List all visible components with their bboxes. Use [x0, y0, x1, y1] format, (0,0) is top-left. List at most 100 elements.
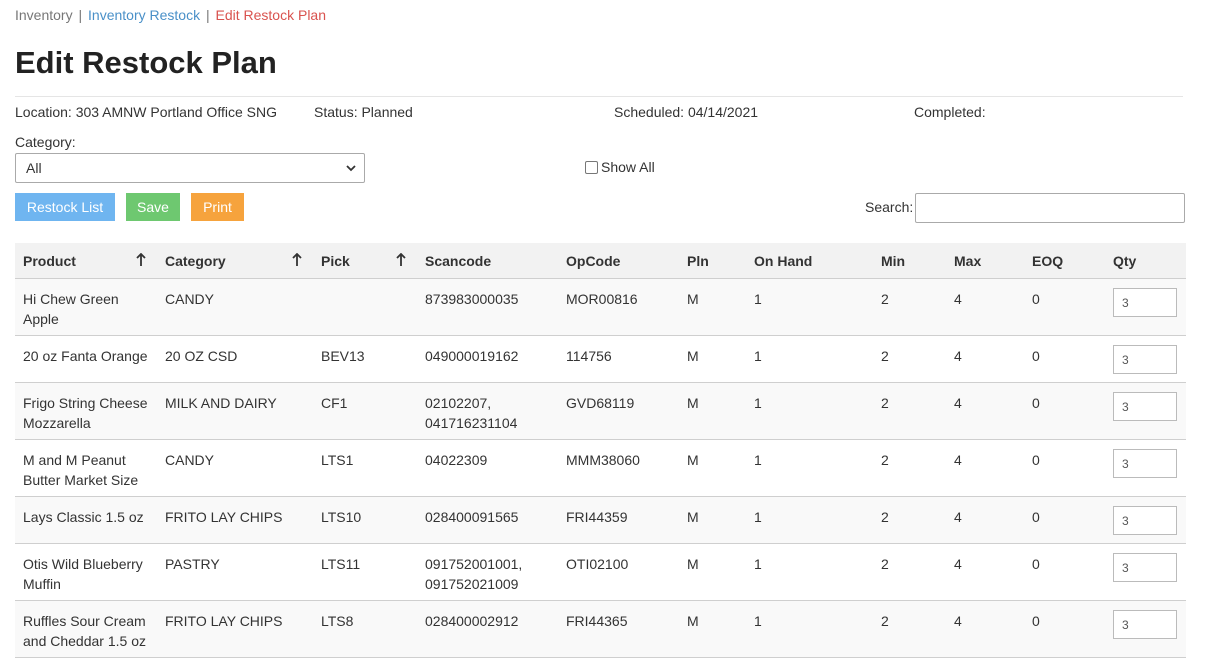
show-all-checkbox[interactable]	[585, 160, 598, 174]
pick-cell: LTS11	[321, 556, 361, 572]
opcode-cell: MMM38060	[566, 452, 640, 468]
scancode-cell: 02102207, 041716231104	[425, 395, 518, 431]
on-hand-cell: 1	[754, 509, 762, 525]
qty-input[interactable]: 3	[1113, 345, 1177, 374]
eoq-cell: 0	[1032, 556, 1040, 572]
column-header-product[interactable]: Product	[23, 253, 76, 269]
product-cell: Ruffles Sour Cream and Cheddar 1.5 oz	[23, 613, 146, 649]
scancode-cell: 049000019162	[425, 348, 519, 364]
on-hand-cell: 1	[754, 613, 762, 629]
max-cell: 4	[954, 348, 962, 364]
save-button[interactable]: Save	[126, 193, 180, 221]
max-cell: 4	[954, 509, 962, 525]
restock-list-button[interactable]: Restock List	[15, 193, 115, 221]
eoq-cell: 0	[1032, 509, 1040, 525]
min-cell: 2	[881, 556, 889, 572]
qty-input[interactable]: 3	[1113, 288, 1177, 317]
category-select[interactable]: All	[15, 153, 365, 183]
category-cell: CANDY	[165, 291, 215, 307]
pln-cell: M	[687, 509, 699, 525]
qty-input[interactable]: 3	[1113, 392, 1177, 421]
title-divider	[15, 96, 1183, 97]
column-header-opcode[interactable]: OpCode	[566, 253, 620, 269]
pln-cell: M	[687, 348, 699, 364]
qty-input[interactable]: 3	[1113, 610, 1177, 639]
qty-input[interactable]: 3	[1113, 553, 1177, 582]
opcode-cell: 114756	[566, 348, 612, 364]
status-info: Status: Planned	[314, 104, 413, 120]
pln-cell: M	[687, 556, 699, 572]
max-cell: 4	[954, 556, 962, 572]
arrow-up-icon[interactable]	[136, 253, 146, 267]
pln-cell: M	[687, 395, 699, 411]
pln-cell: M	[687, 452, 699, 468]
column-header-eoq[interactable]: EOQ	[1032, 253, 1063, 269]
table-row: 20 oz Fanta Orange 20 OZ CSD BEV13 04900…	[15, 336, 1186, 383]
table-row: Ruffles Sour Cream and Cheddar 1.5 oz FR…	[15, 601, 1186, 658]
scheduled-info: Scheduled: 04/14/2021	[614, 104, 759, 120]
min-cell: 2	[881, 613, 889, 629]
breadcrumb-separator: |	[78, 7, 83, 23]
pick-cell: LTS10	[321, 509, 362, 525]
min-cell: 2	[881, 348, 889, 364]
min-cell: 2	[881, 395, 889, 411]
search-input[interactable]	[915, 193, 1185, 223]
category-select-value: All	[26, 160, 42, 176]
pick-cell: CF1	[321, 395, 348, 411]
column-header-pln[interactable]: Pln	[687, 253, 709, 269]
qty-input[interactable]: 3	[1113, 506, 1177, 535]
pick-cell: LTS8	[321, 613, 354, 629]
product-cell: Otis Wild Blueberry Muffin	[23, 556, 143, 592]
category-cell: 20 OZ CSD	[165, 348, 238, 364]
scancode-cell: 04022309	[425, 452, 488, 468]
pln-cell: M	[687, 291, 699, 307]
opcode-cell: MOR00816	[566, 291, 638, 307]
table-row: Otis Wild Blueberry Muffin PASTRY LTS11 …	[15, 544, 1186, 601]
show-all-label: Show All	[601, 159, 655, 175]
column-header-category[interactable]: Category	[165, 253, 226, 269]
max-cell: 4	[954, 291, 962, 307]
column-header-pick[interactable]: Pick	[321, 253, 350, 269]
scancode-cell: 873983000035	[425, 291, 519, 307]
min-cell: 2	[881, 509, 889, 525]
column-header-qty[interactable]: Qty	[1113, 253, 1136, 269]
table-row: M and M Peanut Butter Market Size CANDY …	[15, 440, 1186, 497]
arrow-up-icon[interactable]	[292, 253, 302, 267]
breadcrumb-root[interactable]: Inventory	[15, 7, 73, 23]
product-cell: Hi Chew Green Apple	[23, 291, 119, 327]
table-header: Product Category Pick Scancode OpCode Pl…	[15, 243, 1186, 279]
column-header-max[interactable]: Max	[954, 253, 981, 269]
opcode-cell: GVD68119	[566, 395, 635, 411]
chevron-down-icon	[346, 165, 356, 172]
breadcrumb-link-inventory-restock[interactable]: Inventory Restock	[88, 7, 200, 23]
category-label: Category:	[15, 134, 76, 150]
show-all-toggle[interactable]: Show All	[585, 159, 655, 175]
qty-input[interactable]: 3	[1113, 449, 1177, 478]
on-hand-cell: 1	[754, 291, 762, 307]
page: Inventory | Inventory Restock | Edit Res…	[0, 0, 1209, 667]
opcode-cell: FRI44359	[566, 509, 628, 525]
restock-table: Product Category Pick Scancode OpCode Pl…	[15, 243, 1186, 658]
column-header-min[interactable]: Min	[881, 253, 905, 269]
column-header-scancode[interactable]: Scancode	[425, 253, 491, 269]
eoq-cell: 0	[1032, 348, 1040, 364]
product-cell: Lays Classic 1.5 oz	[23, 509, 144, 525]
product-cell: M and M Peanut Butter Market Size	[23, 452, 139, 488]
arrow-up-icon[interactable]	[396, 253, 406, 267]
pick-cell: BEV13	[321, 348, 365, 364]
breadcrumb-current: Edit Restock Plan	[215, 7, 327, 23]
column-header-on-hand[interactable]: On Hand	[754, 253, 812, 269]
scancode-cell: 028400091565	[425, 509, 519, 525]
on-hand-cell: 1	[754, 348, 762, 364]
product-cell: Frigo String Cheese Mozzarella	[23, 395, 148, 431]
print-button[interactable]: Print	[191, 193, 244, 221]
search-label: Search:	[865, 199, 914, 215]
location-info: Location: 303 AMNW Portland Office SNG	[15, 104, 277, 120]
eoq-cell: 0	[1032, 291, 1040, 307]
table-row: Hi Chew Green Apple CANDY 873983000035 M…	[15, 279, 1186, 336]
table-row: Lays Classic 1.5 oz FRITO LAY CHIPS LTS1…	[15, 497, 1186, 544]
on-hand-cell: 1	[754, 452, 762, 468]
completed-info: Completed:	[914, 104, 986, 120]
breadcrumb: Inventory | Inventory Restock | Edit Res…	[15, 7, 326, 23]
category-cell: FRITO LAY CHIPS	[165, 613, 283, 629]
